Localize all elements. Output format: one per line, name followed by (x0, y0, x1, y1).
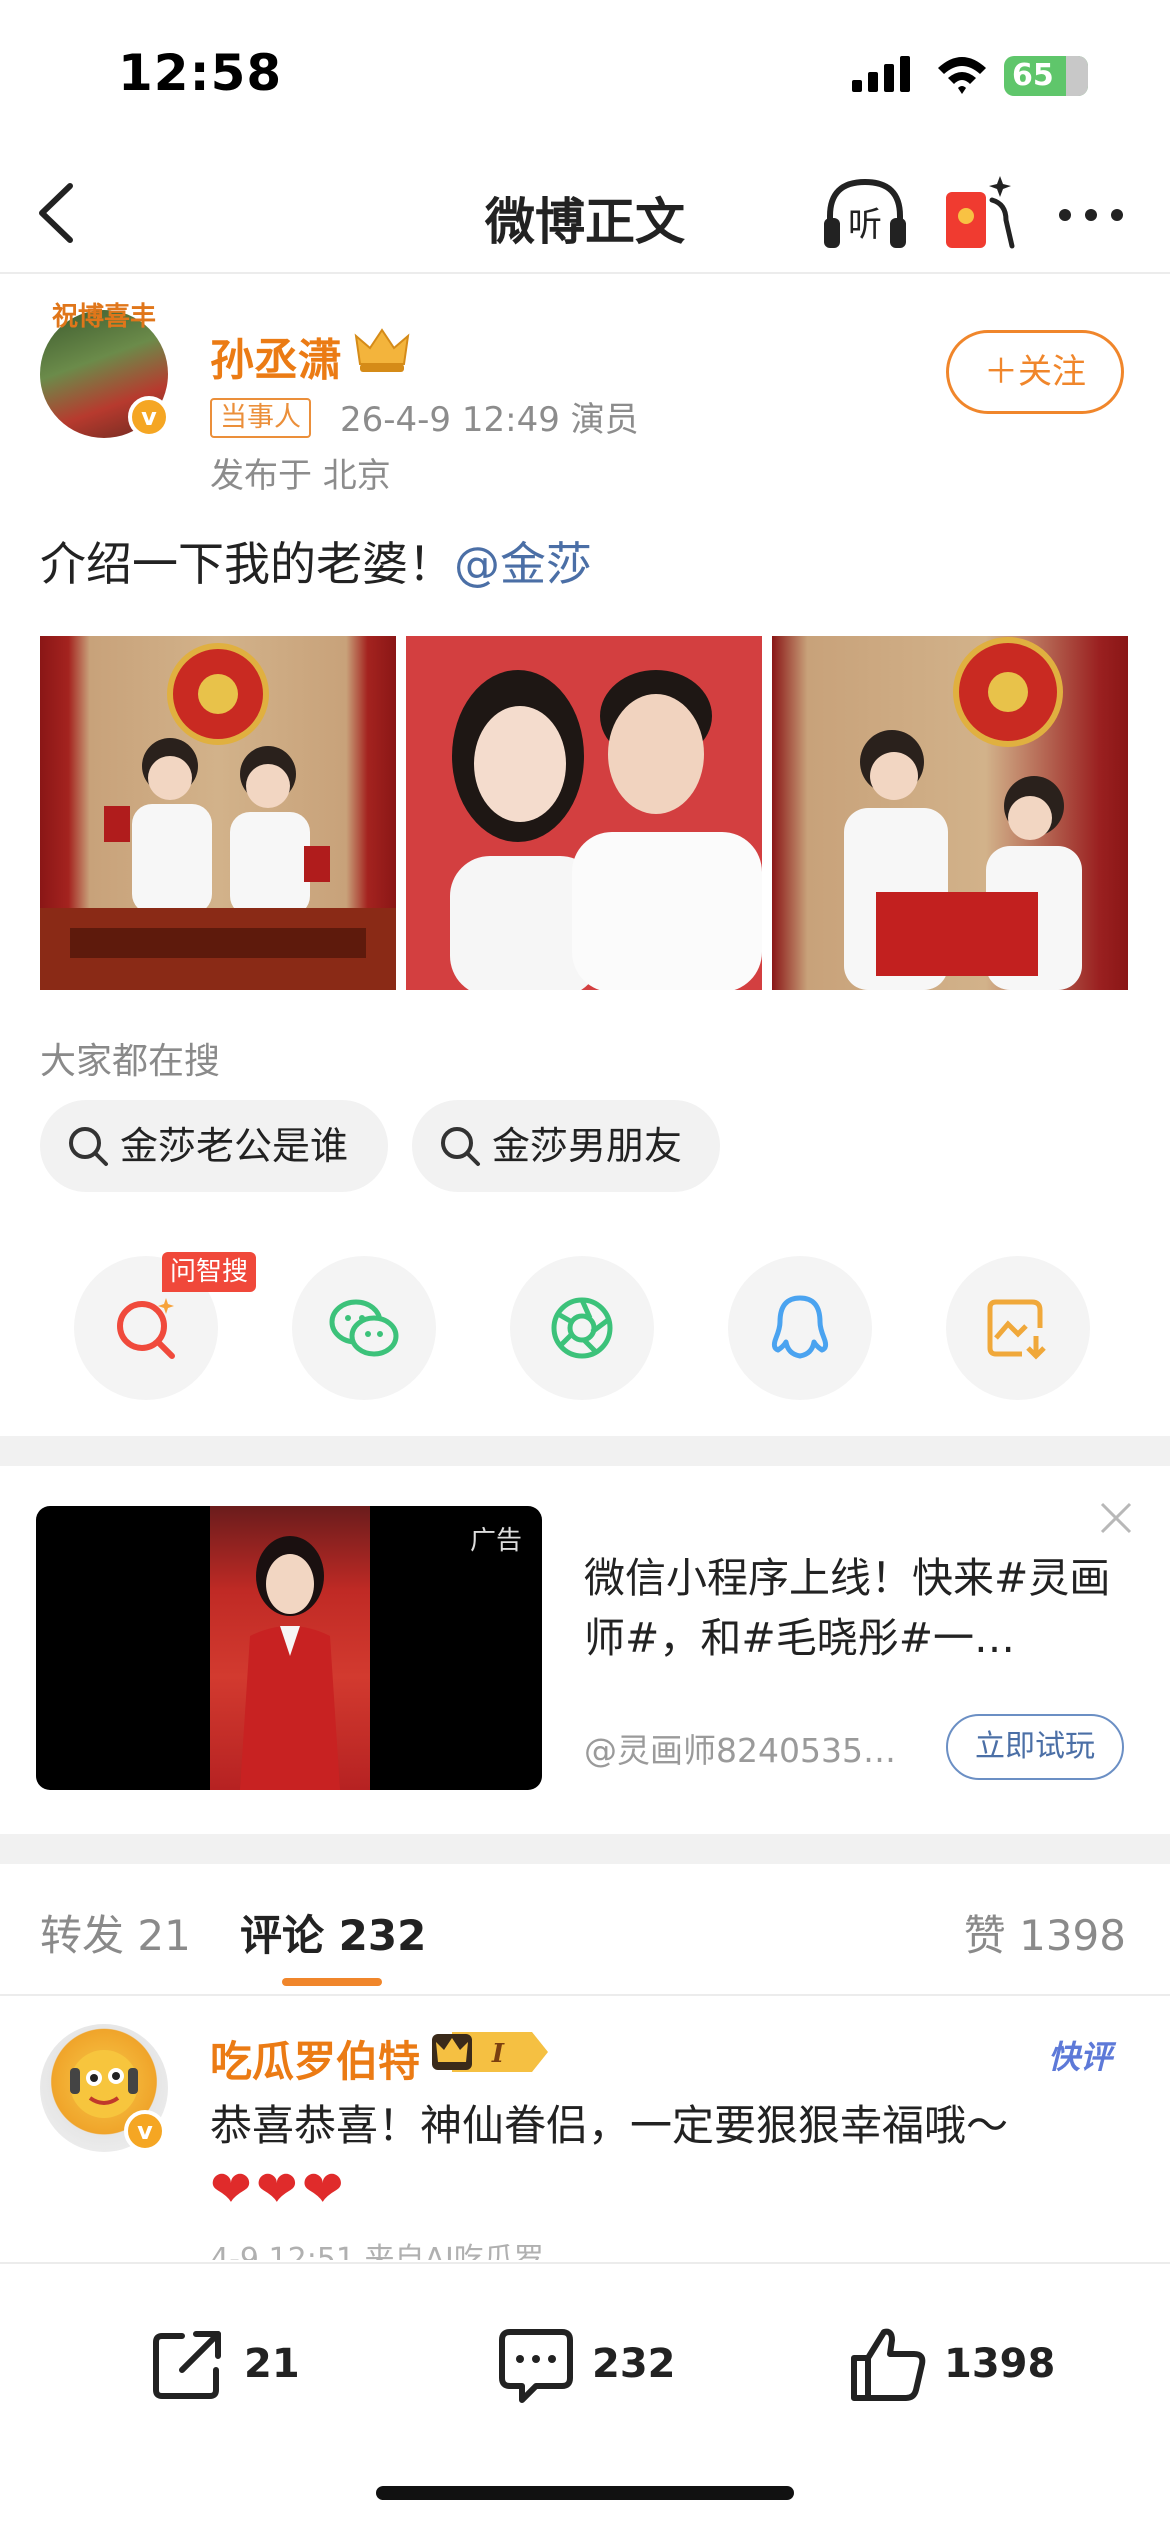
tab-repost[interactable]: 转发 21 (40, 1902, 191, 1963)
thumbs-up-icon (851, 2328, 926, 2401)
photo-2-illustration (406, 636, 762, 990)
photo-3-illustration (844, 637, 1082, 990)
post-location: 发布于 北京 (210, 456, 391, 496)
nav-bar: 微博正文 听 (0, 150, 1170, 274)
svg-text:I: I (491, 2039, 505, 2069)
post-photo-3[interactable] (772, 636, 1128, 990)
section-divider (0, 1436, 1170, 1466)
follow-button[interactable]: ＋关注 (946, 330, 1124, 414)
search-chip[interactable]: 金莎老公是谁 (40, 1100, 388, 1192)
cellular-signal-icon (852, 56, 910, 92)
repost-button[interactable]: 21 (148, 2324, 308, 2404)
moments-share-button[interactable] (510, 1256, 654, 1400)
wifi-icon (938, 57, 986, 94)
comment-bubble-icon (499, 2329, 573, 2403)
ad-source[interactable]: @灵画师8240535… (584, 1724, 934, 1772)
wechat-share-button[interactable] (292, 1256, 436, 1400)
listen-headphones-icon[interactable]: 听 (822, 174, 908, 254)
ad-video-frame (210, 1506, 370, 1790)
home-indicator[interactable] (376, 2486, 794, 2500)
post-body: 介绍一下我的老婆！ (40, 537, 454, 591)
moments-aperture-icon (551, 1297, 613, 1359)
verified-badge-icon: v (124, 2110, 166, 2152)
save-image-share-button[interactable] (946, 1256, 1090, 1400)
mention-link[interactable]: @金莎 (454, 537, 592, 591)
battery-indicator: 65 (1004, 56, 1088, 96)
comment-button[interactable]: 232 (496, 2324, 686, 2404)
post-meta: 26-4-9 12:49 演员 (340, 400, 639, 440)
comment-count: 232 (592, 2341, 676, 2387)
ai-search-badge: 问智搜 (162, 1252, 257, 1292)
crown-level-icon (354, 328, 410, 372)
comment-meta: 4-9 12:51 来自AI吃瓜罗 (210, 2242, 544, 2260)
active-tab-indicator (282, 1978, 382, 1986)
comment-heart-emojis: ❤❤❤ (210, 2160, 348, 2218)
section-divider (0, 1834, 1170, 1864)
role-tag: 当事人 (210, 398, 311, 438)
tab-comment[interactable]: 评论 232 (240, 1902, 426, 1963)
battery-level: 65 (1012, 58, 1054, 93)
status-time: 12:58 (118, 44, 283, 102)
ad-video[interactable]: 广告 (36, 1506, 542, 1790)
search-icon (441, 1127, 480, 1166)
like-button[interactable]: 1398 (848, 2324, 1068, 2404)
author-name[interactable]: 孙丞潇 (210, 324, 342, 388)
search-chip-label: 金莎男朋友 (492, 1124, 683, 1168)
ai-search-icon (117, 1298, 175, 1359)
crown-level-badge-icon: I (432, 2032, 548, 2072)
status-bar: 12:58 65 (0, 0, 1170, 150)
wechat-icon (329, 1299, 399, 1357)
commenter-name[interactable]: 吃瓜罗伯特 (210, 2028, 420, 2089)
photo-1-illustration (40, 643, 396, 990)
verified-badge-icon: v (128, 396, 170, 438)
post-text: 介绍一下我的老婆！@金莎 (40, 528, 592, 594)
comment-text: 恭喜恭喜！神仙眷侣，一定要狠狠幸福哦～ (210, 2101, 1009, 2150)
post-photo-1[interactable] (40, 636, 396, 990)
post-photo-2[interactable] (406, 636, 762, 990)
red-packet-icon[interactable] (940, 170, 1016, 256)
ad-try-button[interactable]: 立即试玩 (946, 1714, 1124, 1780)
quick-comment-label: 快评 (1048, 2038, 1113, 2076)
ad-text[interactable]: 微信小程序上线！快来#灵画师#，和#毛晓彤#一… (584, 1548, 1134, 1668)
tab-like[interactable]: 赞 1398 (964, 1902, 1126, 1963)
avatar-frame-banner: 祝博喜丰 (51, 302, 156, 332)
repost-count: 21 (244, 2341, 300, 2387)
like-count: 1398 (944, 2341, 1056, 2387)
search-icon (69, 1127, 108, 1166)
search-chip[interactable]: 金莎男朋友 (412, 1100, 720, 1192)
repost-icon (153, 2331, 221, 2399)
svg-text:听: 听 (848, 205, 882, 245)
search-chip-label: 金莎老公是谁 (120, 1124, 349, 1168)
qq-share-button[interactable] (728, 1256, 872, 1400)
more-options-icon[interactable] (1056, 190, 1126, 240)
qq-penguin-icon (771, 1295, 829, 1359)
trending-search-title: 大家都在搜 (40, 1041, 221, 1082)
save-image-icon (987, 1299, 1046, 1360)
close-icon[interactable] (1096, 1498, 1136, 1538)
interaction-tabs: 转发 21 评论 232 赞 1398 (0, 1864, 1170, 1996)
author-avatar[interactable]: 祝博喜丰 v (40, 296, 170, 440)
ad-label: 广告 (469, 1526, 522, 1556)
